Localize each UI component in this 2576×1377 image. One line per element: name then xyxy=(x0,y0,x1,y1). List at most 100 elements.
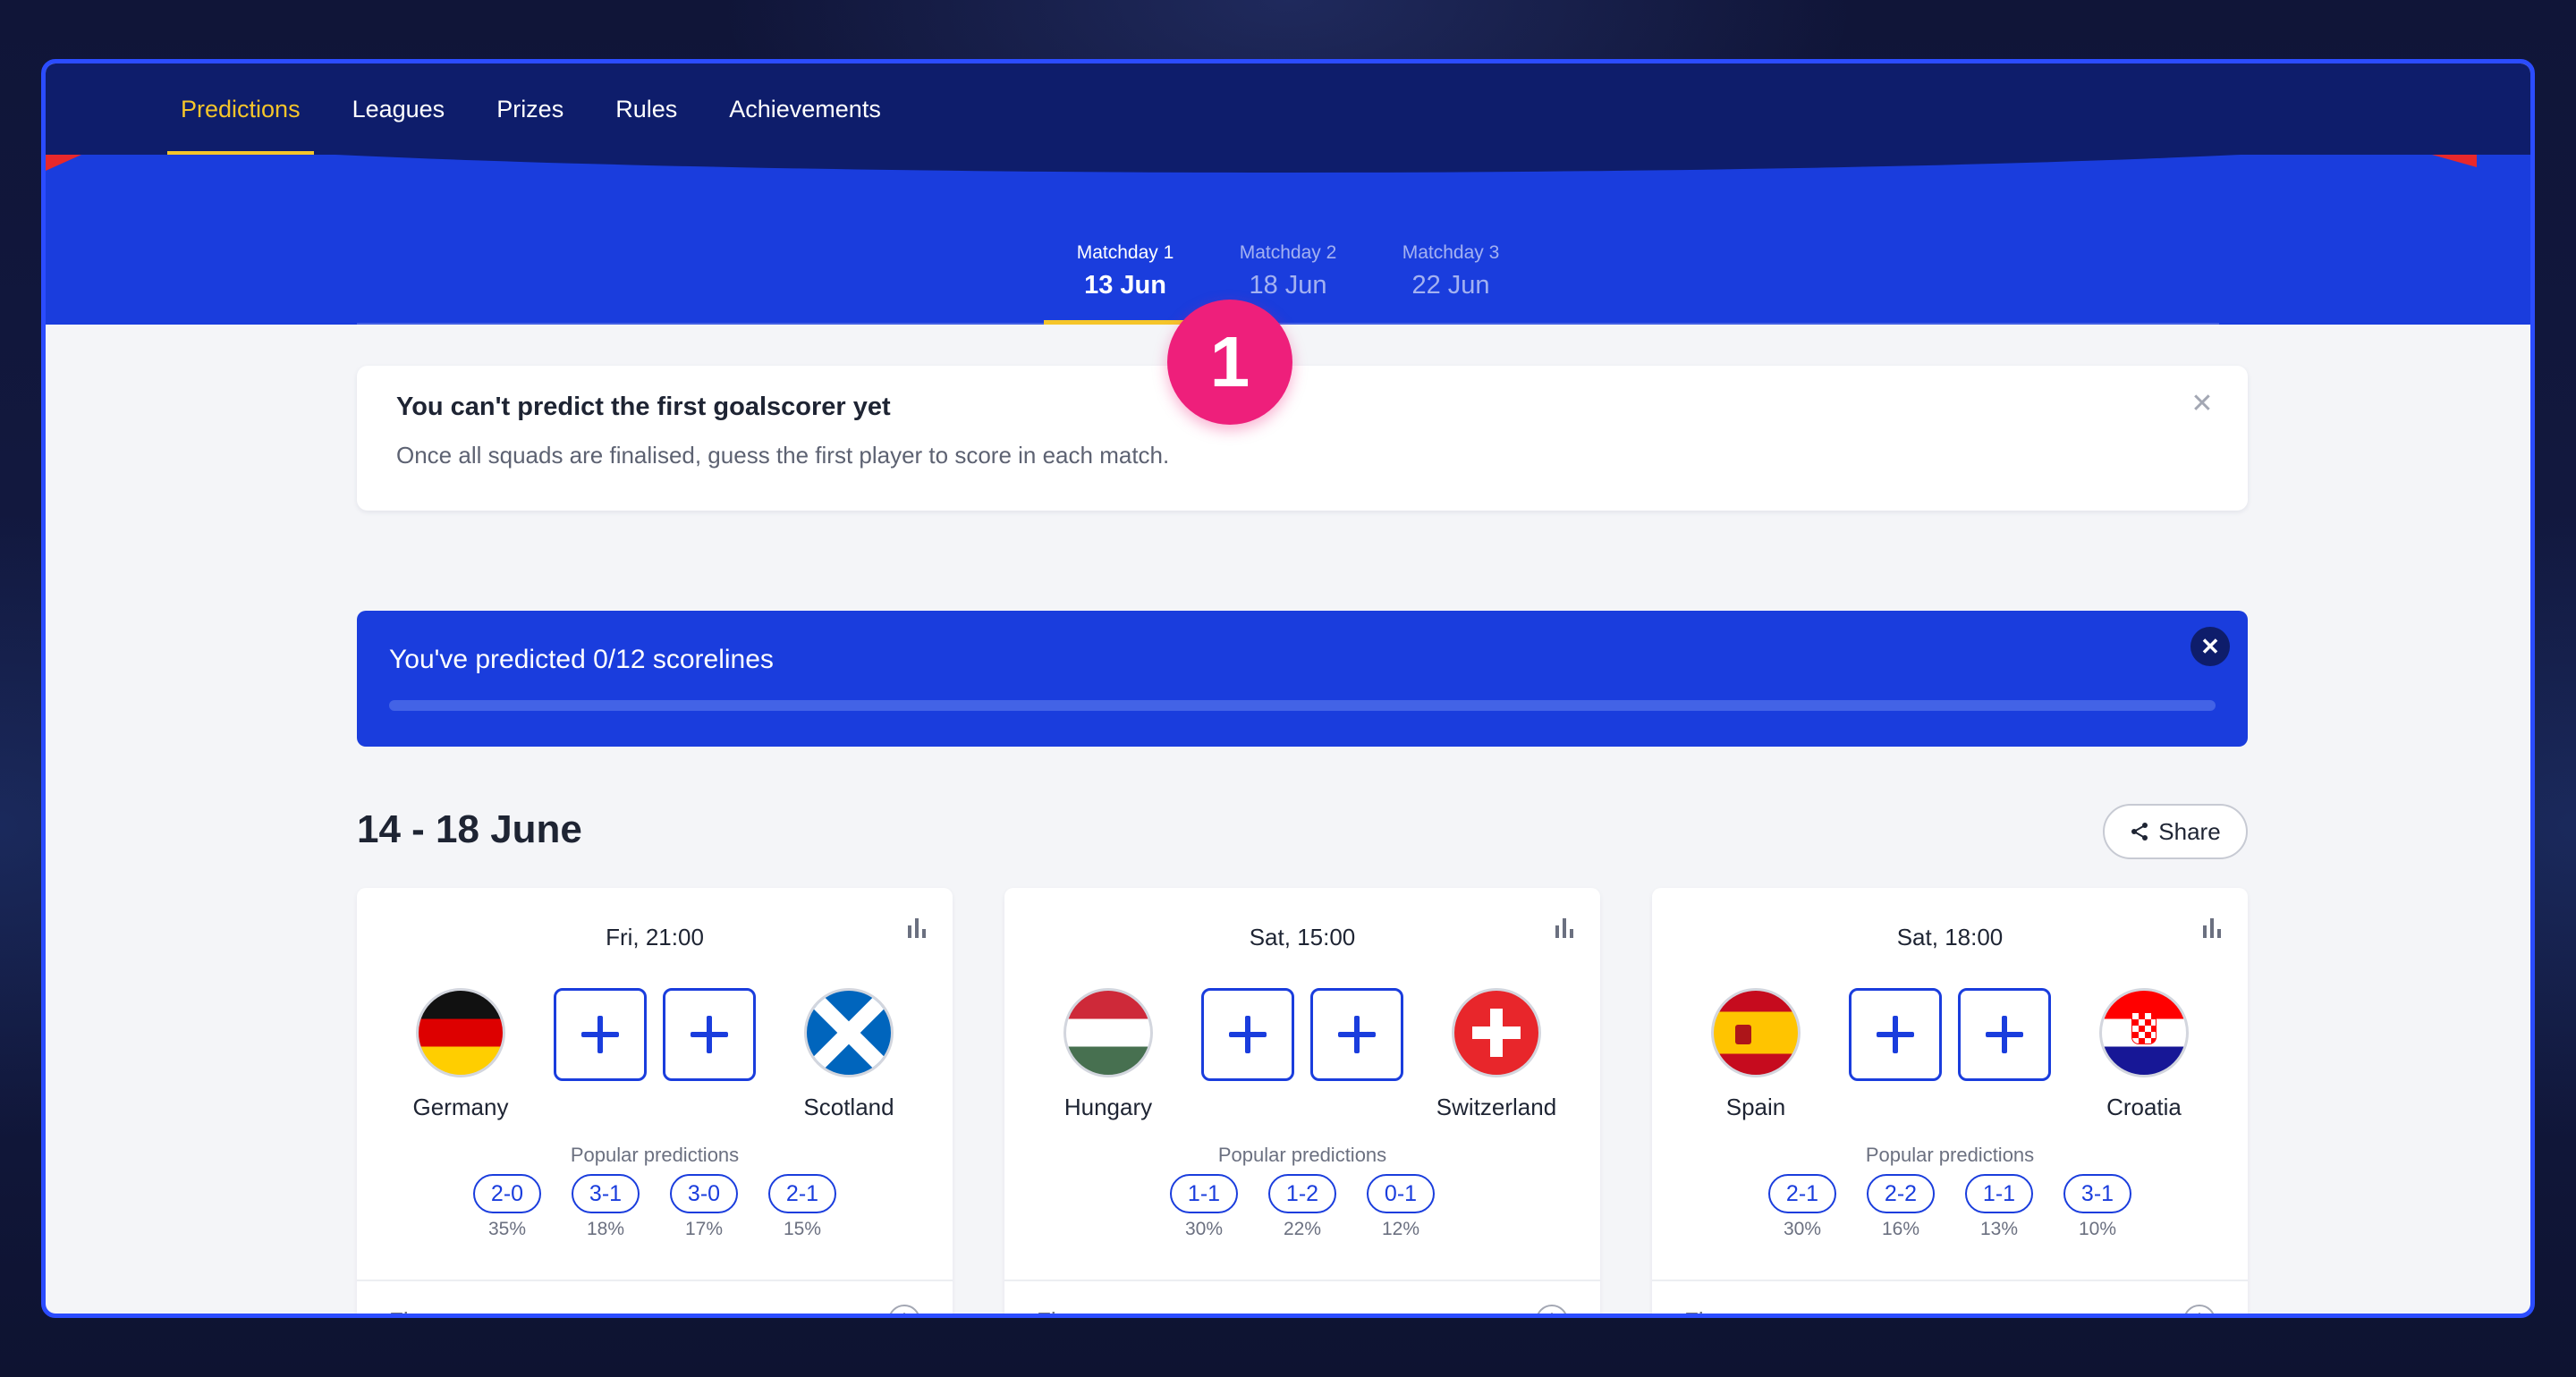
match-card: Sat, 15:00 Hungary Switzerland Popular p… xyxy=(1004,888,1600,1314)
prediction-percent: 18% xyxy=(586,1219,625,1239)
away-team: Switzerland xyxy=(1416,988,1577,1121)
prediction-option: 1-1 13% xyxy=(1965,1174,2033,1240)
swiss-cross xyxy=(1472,1026,1521,1039)
match-time: Sat, 15:00 xyxy=(1249,924,1356,950)
prediction-option: 0-1 12% xyxy=(1367,1174,1435,1240)
share-label: Share xyxy=(2158,817,2221,845)
match-time: Sat, 18:00 xyxy=(1896,924,2004,950)
matchday-label: Matchday 3 xyxy=(1402,242,1500,263)
close-icon[interactable]: ✕ xyxy=(2189,391,2216,418)
nav-item-rules[interactable]: Rules xyxy=(589,63,703,155)
prediction-option: 2-1 30% xyxy=(1768,1174,1836,1240)
scotland-flag-icon xyxy=(804,988,894,1077)
nav-item-prizes[interactable]: Prizes xyxy=(470,63,589,155)
stats-icon[interactable] xyxy=(2201,917,2223,940)
share-button[interactable]: Share xyxy=(2103,804,2248,859)
away-team: Scotland xyxy=(768,988,929,1121)
team-name: Spain xyxy=(1725,1094,1786,1120)
match-card: Fri, 21:00 Germany Scotland Popular pred… xyxy=(357,888,953,1314)
prediction-option: 3-1 18% xyxy=(572,1174,640,1240)
prediction-percent: 30% xyxy=(1783,1219,1822,1239)
date-range-title: 14 - 18 June xyxy=(357,807,582,851)
prediction-percent: 16% xyxy=(1881,1219,1920,1239)
prediction-option: 2-2 16% xyxy=(1867,1174,1935,1240)
add-circle-icon[interactable] xyxy=(1536,1305,1568,1314)
prediction-option: 3-1 10% xyxy=(2063,1174,2131,1240)
first-team-to-score-row[interactable]: First team to score xyxy=(357,1280,953,1314)
nav-item-leagues[interactable]: Leagues xyxy=(326,63,471,155)
home-team: Hungary xyxy=(1028,988,1189,1121)
home-score-input[interactable] xyxy=(1849,988,1942,1081)
home-score-input[interactable] xyxy=(1201,988,1294,1081)
plus-icon xyxy=(691,1016,728,1053)
prediction-percent: 35% xyxy=(487,1219,527,1239)
prediction-percent: 30% xyxy=(1184,1219,1224,1239)
stats-icon[interactable] xyxy=(1554,917,1575,940)
prediction-percent: 22% xyxy=(1283,1219,1322,1239)
plus-icon xyxy=(1229,1016,1267,1053)
prediction-percent: 15% xyxy=(783,1219,822,1239)
add-circle-icon[interactable] xyxy=(2183,1305,2216,1314)
match-cards: Fri, 21:00 Germany Scotland Popular pred… xyxy=(357,888,2248,1314)
prediction-option: 2-1 15% xyxy=(768,1174,836,1240)
hungary-flag-icon xyxy=(1063,988,1153,1077)
prediction-pill[interactable]: 1-1 xyxy=(1170,1174,1238,1213)
prediction-percent: 10% xyxy=(2078,1219,2117,1239)
plus-icon xyxy=(581,1016,619,1053)
prediction-pill[interactable]: 2-2 xyxy=(1867,1174,1935,1213)
top-navigation: Predictions Leagues Prizes Rules Achieve… xyxy=(46,63,2530,155)
nav-item-achievements[interactable]: Achievements xyxy=(703,63,907,155)
match-card: Sat, 18:00 Spain Croatia Popular predict… xyxy=(1652,888,2248,1314)
prediction-pill[interactable]: 2-1 xyxy=(768,1174,836,1213)
matchday-date: 18 Jun xyxy=(1249,271,1327,300)
matchday-tabs: Matchday 1 13 Jun Matchday 2 18 Jun Matc… xyxy=(357,226,2219,325)
away-team: Croatia xyxy=(2063,988,2224,1121)
away-score-input[interactable] xyxy=(1958,988,2051,1081)
team-name: Hungary xyxy=(1063,1094,1153,1120)
croatia-checker-shield xyxy=(2131,1012,2157,1044)
prediction-option: 1-1 30% xyxy=(1170,1174,1238,1240)
first-team-to-score-row[interactable]: First team to score xyxy=(1652,1280,2248,1314)
add-circle-icon[interactable] xyxy=(888,1305,920,1314)
matchday-date: 22 Jun xyxy=(1411,271,1490,300)
prediction-percent: 12% xyxy=(1381,1219,1420,1239)
team-name: Switzerland xyxy=(1436,1094,1557,1120)
first-team-to-score-row[interactable]: First team to score xyxy=(1004,1280,1600,1314)
away-score-input[interactable] xyxy=(663,988,756,1081)
matchday-header: Matchday 1 13 Jun Matchday 2 18 Jun Matc… xyxy=(46,155,2530,325)
goalscorer-info-card: You can't predict the first goalscorer y… xyxy=(357,366,2248,511)
prediction-option: 1-2 22% xyxy=(1268,1174,1336,1240)
first-team-label: First team to score xyxy=(389,1307,581,1314)
first-team-label: First team to score xyxy=(1037,1307,1229,1314)
prediction-pill[interactable]: 3-1 xyxy=(572,1174,640,1213)
prediction-pill[interactable]: 3-0 xyxy=(670,1174,738,1213)
decorative-stripe xyxy=(46,155,81,171)
tab-matchday-3[interactable]: Matchday 3 22 Jun xyxy=(1369,226,1532,323)
prediction-pill[interactable]: 3-1 xyxy=(2063,1174,2131,1213)
match-time: Fri, 21:00 xyxy=(606,924,704,950)
home-team: Spain xyxy=(1675,988,1836,1121)
prediction-pill[interactable]: 2-1 xyxy=(1768,1174,1836,1213)
share-icon xyxy=(2131,823,2148,841)
info-body: Once all squads are finalised, guess the… xyxy=(396,442,1170,469)
stats-icon[interactable] xyxy=(906,917,928,940)
nav-item-predictions[interactable]: Predictions xyxy=(155,63,326,155)
prediction-pill[interactable]: 0-1 xyxy=(1367,1174,1435,1213)
prediction-pill[interactable]: 1-2 xyxy=(1268,1174,1336,1213)
progress-title: You've predicted 0/12 scorelines xyxy=(389,645,774,674)
close-icon[interactable]: ✕ xyxy=(2190,627,2230,666)
popular-predictions: 2-0 35% 3-1 18% 3-0 17% 2-1 15% xyxy=(357,1174,953,1240)
prediction-pill[interactable]: 1-1 xyxy=(1965,1174,2033,1213)
first-team-label: First team to score xyxy=(1684,1307,1877,1314)
popular-predictions-title: Popular predictions xyxy=(570,1144,740,1166)
popular-predictions-title: Popular predictions xyxy=(1217,1144,1387,1166)
tab-matchday-1[interactable]: Matchday 1 13 Jun xyxy=(1044,226,1207,325)
prediction-pill[interactable]: 2-0 xyxy=(473,1174,541,1213)
prediction-option: 3-0 17% xyxy=(670,1174,738,1240)
header-curve xyxy=(46,155,2530,173)
team-name: Scotland xyxy=(803,1094,894,1120)
home-score-input[interactable] xyxy=(554,988,647,1081)
spain-crest xyxy=(1735,1025,1751,1044)
app-window: Predictions Leagues Prizes Rules Achieve… xyxy=(41,59,2535,1318)
away-score-input[interactable] xyxy=(1310,988,1403,1081)
